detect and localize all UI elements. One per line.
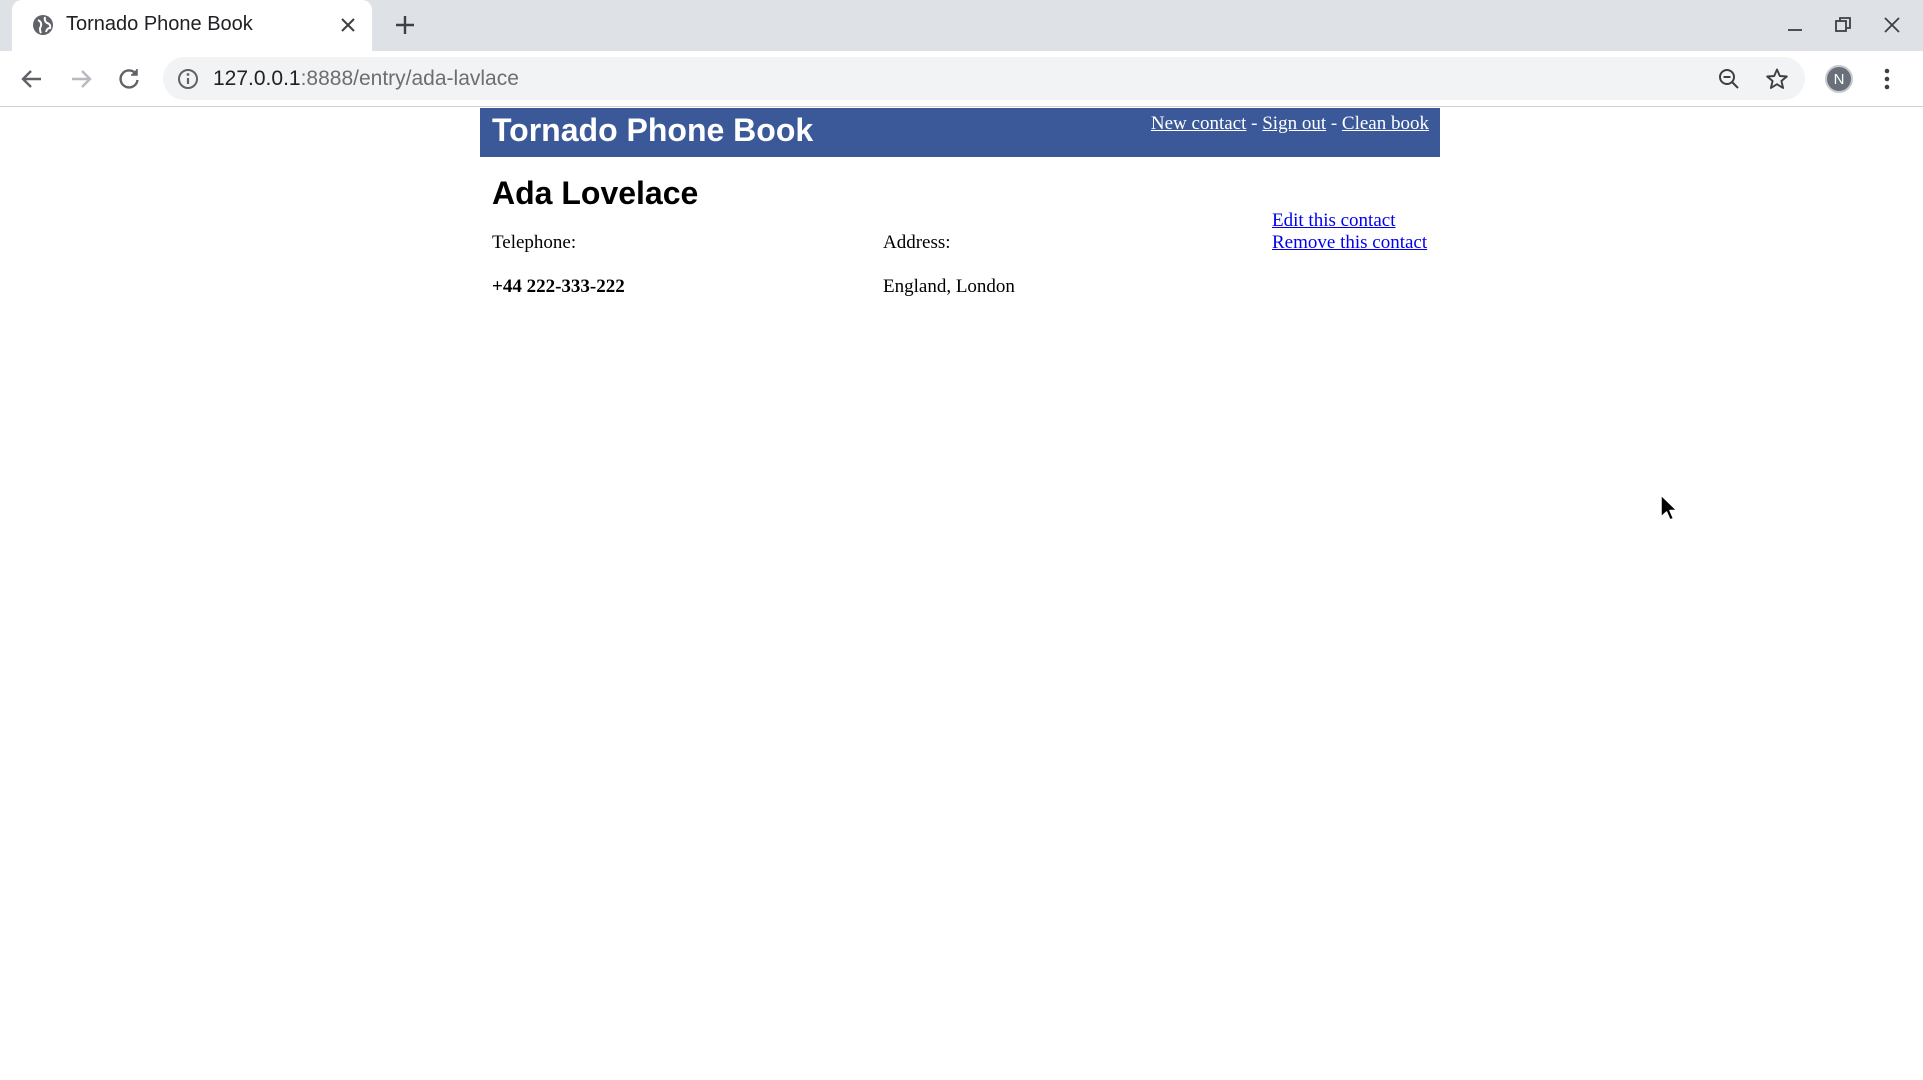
header-nav: New contact - Sign out - Clean book: [1151, 113, 1429, 135]
info-icon[interactable]: [177, 68, 199, 90]
url-host: 127.0.0.1: [213, 67, 301, 90]
close-icon[interactable]: [338, 15, 358, 35]
browser-tab-active[interactable]: Tornado Phone Book: [12, 0, 372, 51]
profile-avatar[interactable]: N: [1825, 65, 1853, 93]
telephone-value: +44 222-333-222: [492, 276, 625, 297]
browser-toolbar: 127.0.0.1:8888/entry/ada-lavlace N: [0, 51, 1923, 107]
site-title: Tornado Phone Book: [492, 112, 814, 148]
arrow-left-icon[interactable]: [19, 66, 45, 92]
edit-contact-link[interactable]: Edit this contact: [1272, 210, 1427, 232]
sign-out-link[interactable]: Sign out: [1262, 113, 1326, 134]
site-header: Tornado Phone Book New contact - Sign ou…: [480, 108, 1440, 157]
kebab-menu-icon[interactable]: [1876, 66, 1898, 92]
url-text[interactable]: 127.0.0.1:8888/entry/ada-lavlace: [213, 67, 519, 91]
globe-icon: [33, 15, 53, 35]
address-bar[interactable]: 127.0.0.1:8888/entry/ada-lavlace: [163, 57, 1805, 100]
contact-name: Ada Lovelace: [492, 175, 699, 211]
restore-icon[interactable]: [1833, 15, 1853, 35]
tab-title: Tornado Phone Book: [66, 13, 253, 35]
zoom-out-icon[interactable]: [1717, 67, 1741, 91]
new-contact-link[interactable]: New contact: [1151, 113, 1246, 134]
address-label: Address:: [883, 232, 951, 253]
star-icon[interactable]: [1765, 67, 1789, 91]
mouse-cursor-icon: [1660, 494, 1678, 521]
nav-separator: -: [1330, 113, 1338, 134]
minimize-icon[interactable]: [1785, 15, 1805, 35]
arrow-right-icon[interactable]: [68, 66, 94, 92]
remove-contact-link[interactable]: Remove this contact: [1272, 232, 1427, 254]
window-close-icon[interactable]: [1882, 15, 1902, 35]
plus-icon[interactable]: [393, 13, 417, 37]
telephone-label: Telephone:: [492, 232, 577, 253]
url-path: :8888/entry/ada-lavlace: [300, 67, 519, 90]
contact-actions: Edit this contact Remove this contact: [1272, 210, 1427, 254]
address-value: England, London: [883, 276, 1015, 297]
nav-separator: -: [1251, 113, 1258, 134]
browser-tabstrip: Tornado Phone Book: [0, 0, 1923, 51]
reload-icon[interactable]: [116, 66, 142, 92]
page-content: Tornado Phone Book New contact - Sign ou…: [0, 107, 1923, 1080]
clean-book-link[interactable]: Clean book: [1342, 113, 1429, 134]
